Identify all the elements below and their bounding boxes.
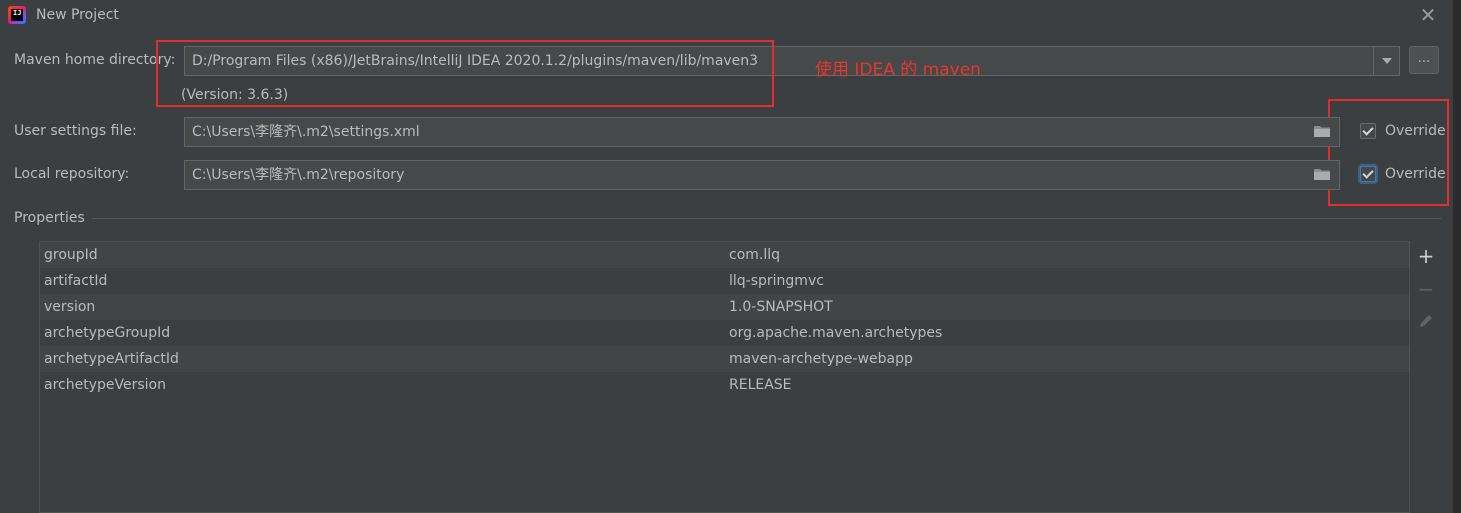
- property-value: com.llq: [729, 247, 781, 263]
- chevron-down-icon[interactable]: [1373, 47, 1399, 75]
- table-row[interactable]: archetypeVersion RELEASE: [40, 372, 1409, 398]
- property-key: archetypeArtifactId: [44, 351, 179, 367]
- property-key: artifactId: [44, 273, 108, 289]
- user-settings-field[interactable]: C:\Users\李隆齐\.m2\settings.xml: [184, 117, 1340, 147]
- window-title: New Project: [36, 7, 119, 23]
- property-value: llq-springmvc: [729, 273, 824, 289]
- table-row[interactable]: artifactId llq-springmvc: [40, 268, 1409, 294]
- folder-icon[interactable]: [1314, 168, 1330, 180]
- property-key: archetypeVersion: [44, 377, 166, 393]
- table-row[interactable]: version 1.0-SNAPSHOT: [40, 294, 1409, 320]
- table-row[interactable]: archetypeGroupId org.apache.maven.archet…: [40, 320, 1409, 346]
- intellij-app-icon: IJ: [8, 6, 26, 24]
- annotation-text: 使用 IDEA 的 maven: [815, 60, 981, 80]
- property-value: org.apache.maven.archetypes: [729, 325, 943, 341]
- annotation-highlight-box: [156, 40, 774, 107]
- browse-maven-home-button[interactable]: ...: [1409, 46, 1439, 74]
- close-button[interactable]: ✕: [1418, 5, 1438, 25]
- property-value: 1.0-SNAPSHOT: [729, 299, 833, 315]
- properties-section-title: Properties: [14, 210, 85, 226]
- override-highlight-box: [1328, 99, 1449, 206]
- table-row[interactable]: archetypeArtifactId maven-archetype-weba…: [40, 346, 1409, 372]
- pencil-icon[interactable]: [1418, 313, 1434, 329]
- local-repository-override-label[interactable]: Override: [1385, 166, 1446, 182]
- title-bar: [0, 0, 1461, 32]
- user-settings-override-label[interactable]: Override: [1385, 123, 1446, 139]
- table-row[interactable]: groupId com.llq: [40, 242, 1409, 268]
- add-icon[interactable]: +: [1416, 246, 1436, 266]
- properties-table[interactable]: groupId com.llq artifactId llq-springmvc…: [39, 241, 1410, 513]
- user-settings-value: C:\Users\李隆齐\.m2\settings.xml: [192, 124, 420, 140]
- property-key: archetypeGroupId: [44, 325, 171, 341]
- local-repository-value: C:\Users\李隆齐\.m2\repository: [192, 167, 405, 183]
- user-settings-override-checkbox[interactable]: [1360, 123, 1376, 139]
- folder-icon[interactable]: [1314, 125, 1330, 137]
- remove-icon[interactable]: −: [1416, 279, 1436, 299]
- local-repository-override-checkbox[interactable]: [1360, 166, 1376, 182]
- maven-home-label: Maven home directory:: [14, 52, 176, 68]
- property-value: RELEASE: [729, 377, 792, 393]
- section-divider: [92, 218, 1441, 219]
- property-key: groupId: [44, 247, 98, 263]
- property-key: version: [44, 299, 96, 315]
- local-repository-field[interactable]: C:\Users\李隆齐\.m2\repository: [184, 160, 1340, 190]
- property-value: maven-archetype-webapp: [729, 351, 913, 367]
- user-settings-label: User settings file:: [14, 123, 137, 139]
- window-edge: [1453, 0, 1461, 513]
- local-repository-label: Local repository:: [14, 166, 130, 182]
